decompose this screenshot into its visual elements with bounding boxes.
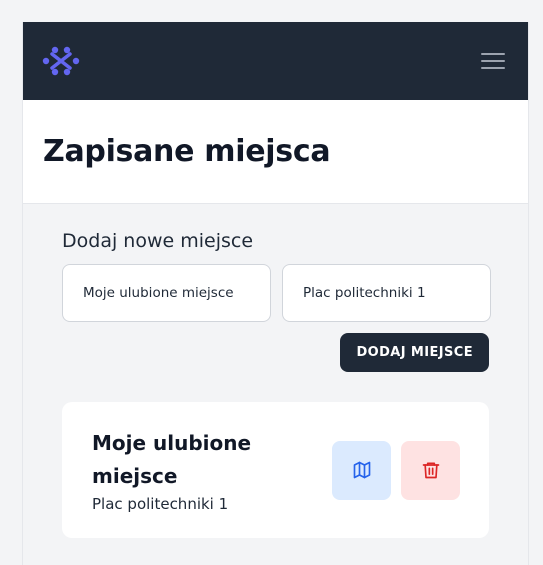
add-button-row: DODAJ MIEJSCE: [62, 333, 489, 372]
delete-place-button[interactable]: [401, 440, 460, 500]
app-frame: Zapisane miejsca Dodaj nowe miejsce DODA…: [22, 22, 529, 565]
hamburger-menu-icon: [481, 53, 505, 69]
place-card: Moje ulubione miejsce Plac politechniki …: [62, 402, 489, 538]
trash-icon: [422, 462, 439, 479]
map-icon: [353, 461, 370, 479]
place-address: Plac politechniki 1: [92, 495, 229, 513]
page-header: Zapisane miejsca: [23, 100, 528, 204]
logo[interactable]: [41, 41, 81, 81]
place-info: Moje ulubione miejsce Plac politechniki …: [92, 427, 292, 513]
place-actions: [332, 440, 460, 500]
navbar: [23, 22, 528, 100]
page-title: Zapisane miejsca: [43, 134, 331, 169]
sparkle-logo-icon: [42, 46, 80, 76]
place-name: Moje ulubione miejsce: [92, 431, 252, 488]
main-content: Dodaj nowe miejsce DODAJ MIEJSCE Moje ul…: [23, 204, 528, 538]
menu-button[interactable]: [480, 49, 506, 73]
place-address-input[interactable]: [282, 264, 491, 322]
show-on-map-button[interactable]: [332, 440, 391, 500]
add-place-heading: Dodaj nowe miejsce: [62, 230, 254, 252]
add-place-button[interactable]: DODAJ MIEJSCE: [340, 333, 489, 372]
place-name-input[interactable]: [62, 264, 271, 322]
add-place-form: [62, 264, 491, 322]
